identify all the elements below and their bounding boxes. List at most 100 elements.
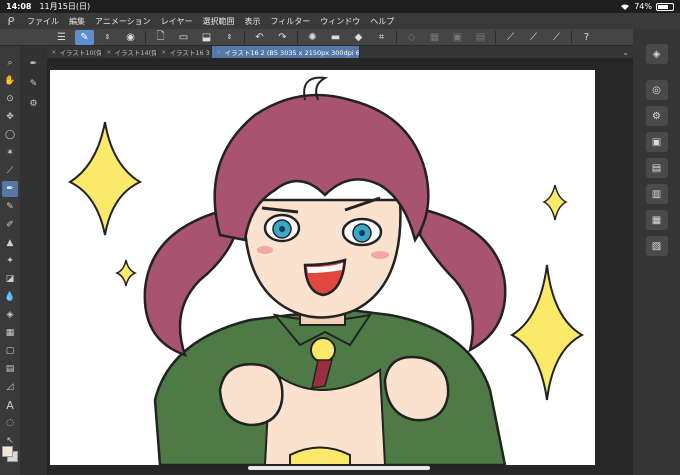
left-blush	[257, 246, 273, 254]
clear-icon[interactable]: ✺	[303, 30, 322, 45]
eraser-icon[interactable]: ◪	[2, 271, 18, 287]
sub-tool-pen-icon[interactable]: ✒	[25, 57, 43, 71]
navigator-icon[interactable]: ◎	[645, 80, 668, 100]
pencil-icon[interactable]: ✎	[2, 199, 18, 215]
separator	[244, 30, 245, 44]
undo-icon[interactable]: ↶	[250, 30, 269, 45]
layer-panel-icon[interactable]: ◈	[645, 44, 668, 64]
crop-icon[interactable]: ⌗	[372, 30, 391, 45]
app-logo-icon[interactable]: ᑭ	[0, 15, 22, 28]
figure-icon[interactable]: ▢	[2, 343, 18, 359]
bucket-icon[interactable]: ◆	[349, 30, 368, 45]
pen-tool-icon[interactable]: ✒	[2, 181, 18, 197]
save-icon[interactable]: ⬓	[197, 30, 216, 45]
sub-tool-settings-icon[interactable]: ⚙	[25, 97, 43, 111]
foreground-color-swatch[interactable]	[2, 446, 13, 457]
lasso-icon[interactable]: ◯	[2, 127, 18, 143]
menu-view[interactable]: 表示	[239, 16, 265, 27]
history-icon[interactable]: ▦	[645, 210, 668, 230]
gradient-icon[interactable]: ▦	[2, 325, 18, 341]
move-icon[interactable]: ✥	[2, 109, 18, 125]
collar-knot	[310, 337, 336, 363]
separator	[571, 30, 572, 44]
menu-layer[interactable]: レイヤー	[156, 16, 198, 27]
material-icon[interactable]: ▥	[645, 184, 668, 204]
menu-file[interactable]: ファイル	[22, 16, 64, 27]
menu-edit[interactable]: 編集	[64, 16, 90, 27]
blend-icon[interactable]: 💧	[2, 289, 18, 305]
grid-snap-icon[interactable]: ⟋	[547, 30, 566, 45]
open-folder-icon[interactable]: ▭	[174, 30, 193, 45]
fill-icon[interactable]: ▬	[326, 30, 345, 45]
new-file-icon[interactable]: 🗋	[151, 30, 170, 45]
balloon-icon[interactable]: ◌	[2, 415, 18, 431]
text-icon[interactable]: A	[2, 397, 18, 413]
canvas-area[interactable]	[47, 58, 633, 475]
tab-illust-16-2[interactable]: × イラスト16 2 (B5 3035 x 2150px 300dpi 63.4…	[212, 46, 360, 58]
tab-illust-16-3[interactable]: × イラスト16 3	[157, 46, 212, 58]
tab-close-icon[interactable]: ×	[161, 48, 166, 56]
right-blush	[371, 251, 389, 259]
separator	[495, 30, 496, 44]
redo-icon[interactable]: ↷	[273, 30, 292, 45]
hamburger-menu-icon[interactable]: ☰	[52, 30, 71, 45]
tab-label: イラスト16 3	[169, 49, 210, 57]
help-icon[interactable]: ?	[577, 30, 596, 45]
layers-icon[interactable]: ▧	[645, 236, 668, 256]
tab-close-icon[interactable]: ×	[216, 48, 221, 56]
zoom-icon[interactable]: ⌕	[2, 55, 18, 71]
tab-illust-10[interactable]: × イラスト10(保	[47, 46, 102, 58]
invert-selection-icon[interactable]: ▦	[425, 30, 444, 45]
menu-selection[interactable]: 選択範囲	[197, 16, 239, 27]
battery-icon	[656, 2, 674, 11]
menu-help[interactable]: ヘルプ	[365, 16, 399, 27]
ruler-icon[interactable]: ◿	[2, 379, 18, 395]
tool-property-icon[interactable]: ⚙	[645, 106, 668, 126]
status-bar: 14:08 11月15日(日) 74%	[0, 0, 680, 13]
airbrush-icon[interactable]: ▲	[2, 235, 18, 251]
tab-close-icon[interactable]: ×	[106, 48, 111, 56]
chevron-down-icon[interactable]: ⌄	[622, 48, 629, 57]
right-panel: ◈ ◎ ⚙ ▣ ▤ ▥ ▦ ▧	[633, 29, 680, 475]
tool-palette: ⌕ ✋ ⊙ ✥ ◯ ✶ ⟋ ✒ ✎ ✐ ▲ ✦ ◪ 💧 ◈ ▦ ▢ ▤ ◿ A …	[0, 46, 20, 475]
shrink-selection-icon[interactable]: ▤	[471, 30, 490, 45]
eye-icon[interactable]: ◉	[121, 30, 140, 45]
fill-tool-icon[interactable]: ◈	[2, 307, 18, 323]
command-bar: ☰ ✎ ⇕ ◉ 🗋 ▭ ⬓ ⇕ ↶ ↷ ✺ ▬ ◆ ⌗ ◇ ▦ ▣ ▤ ⟋ ⟋ …	[0, 29, 680, 46]
sparkle-small-left	[115, 259, 137, 287]
stepper-icon[interactable]: ⇕	[220, 30, 239, 45]
menu-window[interactable]: ウィンドウ	[315, 16, 365, 27]
brush-size-icon[interactable]: ▣	[645, 132, 668, 152]
hand-icon[interactable]: ✋	[2, 73, 18, 89]
decoration-icon[interactable]: ✦	[2, 253, 18, 269]
battery-percent: 74%	[634, 2, 652, 11]
menu-animation[interactable]: アニメーション	[90, 16, 156, 27]
artwork-illustration	[67, 76, 585, 465]
tab-illust-14[interactable]: × イラスト14(保	[102, 46, 157, 58]
sub-tool-edit-icon[interactable]: ✎	[25, 77, 43, 91]
stepper-icon[interactable]: ⇕	[98, 30, 117, 45]
status-date: 11月15日(日)	[39, 2, 91, 11]
brush-icon[interactable]: ✐	[2, 217, 18, 233]
sparkle-large-left	[67, 121, 143, 236]
magic-wand-icon[interactable]: ✶	[2, 145, 18, 161]
expand-selection-icon[interactable]: ▣	[448, 30, 467, 45]
pipette-icon[interactable]: ⟋	[2, 163, 18, 179]
separator	[145, 30, 146, 44]
left-pupil	[279, 226, 285, 232]
drawing-canvas[interactable]	[50, 70, 595, 465]
frame-icon[interactable]: ▤	[2, 361, 18, 377]
eyedropper-icon[interactable]: ⊙	[2, 91, 18, 107]
color-wheel-icon[interactable]: ▤	[645, 158, 668, 178]
ruler-snap-icon[interactable]: ⟋	[501, 30, 520, 45]
pen-mode-icon[interactable]: ✎	[75, 29, 94, 45]
menu-filter[interactable]: フィルター	[265, 16, 315, 27]
tab-close-icon[interactable]: ×	[51, 48, 56, 56]
home-indicator[interactable]	[248, 466, 430, 470]
coat-bottom-knot	[289, 446, 351, 465]
separator	[297, 30, 298, 44]
sub-tool-palette: ✒ ✎ ⚙	[20, 46, 47, 475]
deselect-icon[interactable]: ◇	[402, 30, 421, 45]
color-swatch[interactable]	[2, 446, 18, 462]
special-ruler-icon[interactable]: ⟋	[524, 30, 543, 45]
